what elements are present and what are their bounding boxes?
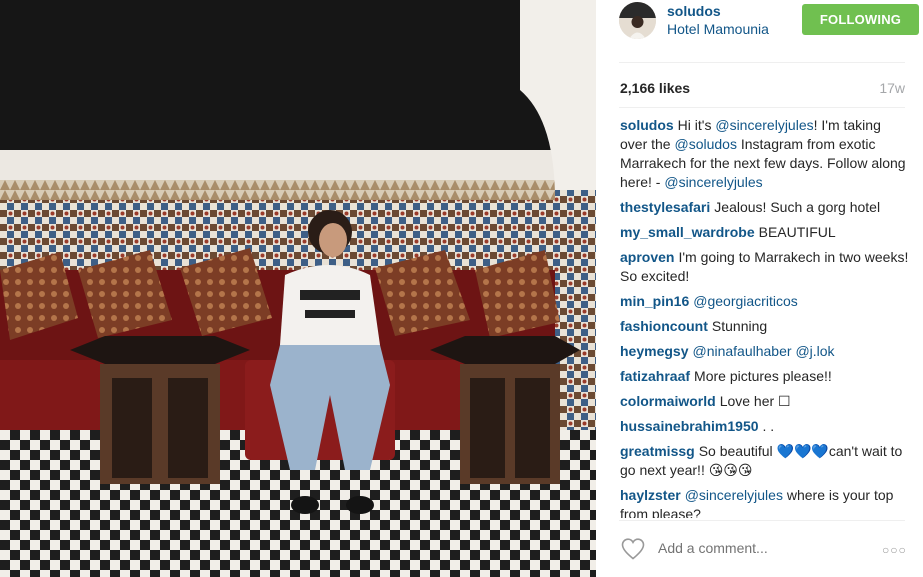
caption-username[interactable]: soludos	[620, 117, 674, 133]
comment-username[interactable]: my_small_wardrobe	[620, 224, 755, 240]
comment-text: Love her ☐	[719, 393, 791, 409]
avatar[interactable]	[619, 2, 656, 39]
comment-username[interactable]: greatmissg	[620, 443, 695, 459]
comment-item: fatizahraaf More pictures please!!	[620, 367, 910, 386]
comment-username[interactable]: min_pin16	[620, 293, 689, 309]
likes-count[interactable]: 2,166 likes	[620, 80, 690, 96]
comment-item: haylzster @sincerelyjules where is your t…	[620, 486, 910, 518]
avatar-image	[619, 2, 656, 39]
comments-list: soludos Hi it's @sincerelyjules! I'm taki…	[620, 116, 910, 518]
comment-text: More pictures please!!	[694, 368, 832, 384]
comment-username[interactable]: hussainebrahim1950	[620, 418, 759, 434]
heart-icon[interactable]	[620, 537, 646, 561]
add-comment-input[interactable]: Add a comment...	[658, 540, 768, 556]
post-photo-illustration	[0, 0, 596, 577]
post-age[interactable]: 17w	[879, 80, 905, 96]
comment-item: thestylesafari Jealous! Such a gorg hotel	[620, 198, 910, 217]
comment-text: BEAUTIFUL	[758, 224, 836, 240]
comment-username[interactable]: fatizahraaf	[620, 368, 690, 384]
post-header: soludos Hotel Mamounia FOLLOWING	[596, 0, 923, 62]
mention-link[interactable]: @sincerelyjules	[685, 487, 783, 503]
comment-item: hussainebrahim1950. .	[620, 417, 910, 436]
mention-link[interactable]: @georgiacriticos	[693, 293, 797, 309]
post-photo[interactable]	[0, 0, 596, 577]
mention-link[interactable]: @sincerelyjules	[664, 174, 762, 190]
comment-item: heymegsy @ninafaulhaber @j.lok	[620, 342, 910, 361]
comment-item: greatmissg So beautiful 💙💙💙can't wait to …	[620, 442, 910, 480]
post-owner-username[interactable]: soludos	[667, 3, 721, 19]
mention-link[interactable]: @j.lok	[795, 343, 834, 359]
mention-link[interactable]: @sincerelyjules	[715, 117, 813, 133]
mention-link[interactable]: @soludos	[674, 136, 736, 152]
post-location-link[interactable]: Hotel Mamounia	[667, 21, 769, 37]
comment-item: colormaiworld Love her ☐	[620, 392, 910, 411]
comment-item: my_small_wardrobe BEAUTIFUL	[620, 223, 910, 242]
more-options-icon[interactable]: ○○○	[882, 543, 907, 557]
comment-username[interactable]: colormaiworld	[620, 393, 716, 409]
comment-username[interactable]: thestylesafari	[620, 199, 710, 215]
comment-item: fashioncount Stunning	[620, 317, 910, 336]
comment-item: aproven I'm going to Marrakech in two wee…	[620, 248, 910, 286]
comment-username[interactable]: haylzster	[620, 487, 681, 503]
following-button[interactable]: FOLLOWING	[802, 4, 919, 35]
instagram-post: soludos Hotel Mamounia FOLLOWING 2,166 l…	[0, 0, 923, 577]
comment-username[interactable]: fashioncount	[620, 318, 708, 334]
mention-link[interactable]: @ninafaulhaber	[692, 343, 791, 359]
comment-item: min_pin16 @georgiacriticos	[620, 292, 910, 311]
comment-username[interactable]: heymegsy	[620, 343, 688, 359]
post-side-panel: soludos Hotel Mamounia FOLLOWING 2,166 l…	[596, 0, 923, 577]
comment-text: Jealous! Such a gorg hotel	[714, 199, 881, 215]
divider	[619, 62, 905, 63]
comment-text: Hi it's	[677, 117, 716, 133]
comment-text: Stunning	[711, 318, 768, 334]
post-caption: soludos Hi it's @sincerelyjules! I'm taki…	[620, 116, 910, 192]
divider	[619, 107, 905, 108]
comment-text: . .	[762, 418, 775, 434]
divider	[619, 520, 905, 521]
comment-username[interactable]: aproven	[620, 249, 674, 265]
